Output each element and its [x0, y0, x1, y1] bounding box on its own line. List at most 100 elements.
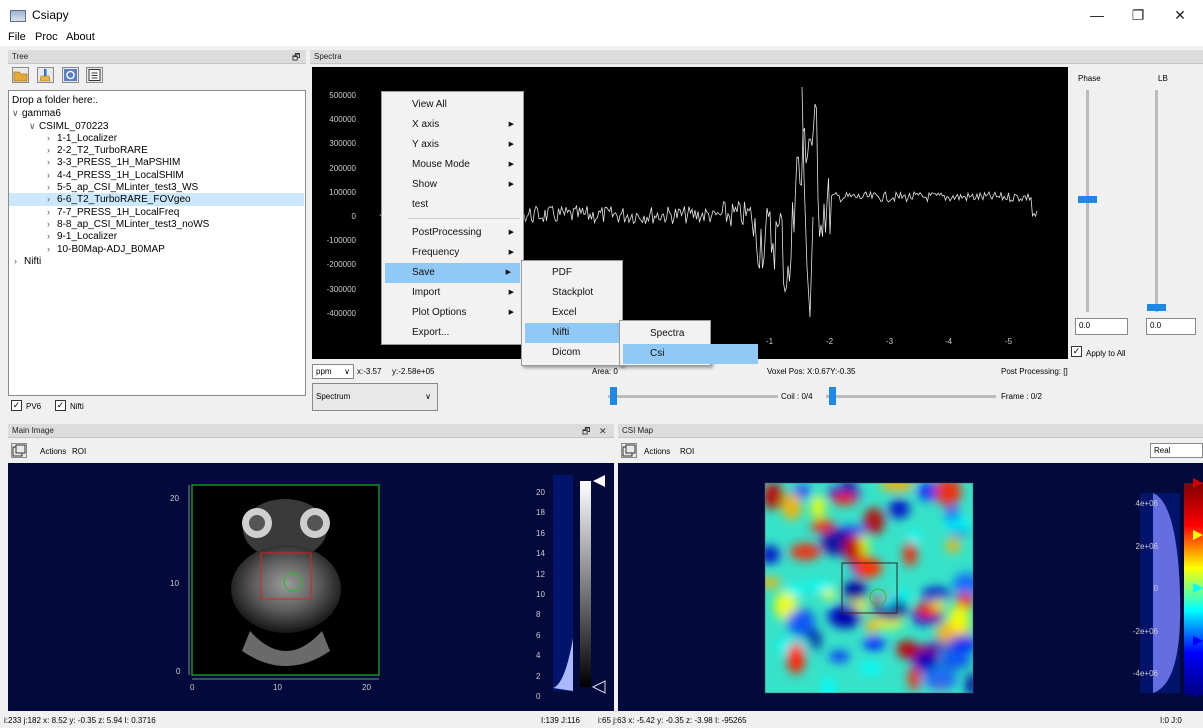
chevron-right-icon: ›	[47, 194, 50, 205]
save-submenu-item-stackplot[interactable]: Stackplot	[522, 283, 663, 303]
context-menu-item-label: Save	[412, 267, 435, 278]
apply-all-checkbox[interactable]: ✓	[1071, 346, 1082, 357]
restore-button[interactable]: ❐	[1118, 4, 1158, 26]
nifti-label: Nifti	[70, 402, 84, 411]
main-image-dock-button[interactable]	[11, 443, 27, 458]
csi-map-actions-menu[interactable]: Actions	[644, 447, 670, 456]
colorbar-tick: 10	[536, 590, 545, 599]
colorbar-tick: 20	[536, 488, 545, 497]
csi-map-roi-menu[interactable]: ROI	[680, 447, 694, 456]
context-menu-item-x-axis[interactable]: X axis ▶	[382, 115, 523, 135]
file-tree[interactable]: Drop a folder here:. ∨ gamma6 ∨ CSIML_0702…	[8, 90, 306, 396]
phase-label: Phase	[1078, 74, 1101, 83]
context-menu-item-test[interactable]: test	[382, 195, 523, 215]
menu-proc[interactable]: Proc	[35, 31, 58, 43]
colorbar-tick: 18	[536, 508, 545, 518]
list-button[interactable]	[86, 67, 103, 83]
minimize-button[interactable]: —	[1077, 4, 1117, 26]
nifti-checkbox[interactable]: ✓	[55, 400, 66, 411]
tree-node-series[interactable]: › 6-6_T2_TurboRARE_FOVgeo	[9, 193, 304, 206]
chevron-down-icon: ∨	[425, 392, 431, 401]
context-menu-item-plot-options[interactable]: Plot Options ▶	[382, 303, 523, 323]
tree-node-series[interactable]: › 7-7_PRESS_1H_LocalFreq	[9, 206, 305, 218]
main-image-viewer[interactable]	[8, 463, 614, 711]
main-image-close-icon[interactable]: ✕	[599, 424, 607, 438]
open-folder-button[interactable]	[12, 67, 29, 83]
tree-node-series-label: 2-2_T2_TurboRARE	[57, 145, 148, 157]
voxel-pos-readout: Voxel Pos: X:0.67Y:-0.35	[767, 367, 856, 376]
clean-button[interactable]	[37, 67, 54, 83]
context-menu-item-y-axis[interactable]: Y axis ▶	[382, 135, 523, 155]
frame-slider-handle[interactable]	[829, 387, 836, 405]
tree-node-study[interactable]: ∨ CSIML_070223	[9, 120, 305, 132]
tree-node-series[interactable]: › 2-2_T2_TurboRARE	[9, 144, 305, 156]
tree-node-series[interactable]: › 10-B0Map-ADJ_B0MAP	[9, 243, 305, 255]
chevron-right-icon: ›	[47, 231, 50, 242]
chevron-right-icon: ›	[47, 169, 50, 180]
pv6-checkbox[interactable]: ✓	[11, 400, 22, 411]
context-menu-item-label: Export...	[412, 327, 450, 338]
csi-status: i:65 j:63 x: -5.42 y: -0.35 z: -3.98 I: …	[598, 716, 747, 725]
lb-slider-handle[interactable]	[1147, 304, 1166, 311]
menu-file[interactable]: File	[8, 31, 26, 43]
context-menu-item-view-all[interactable]: View All	[382, 95, 523, 115]
plot-context-menu: View All X axis ▶ Y axis ▶ Mouse Mode ▶ Show ▶ te…	[381, 91, 524, 345]
phase-slider-handle[interactable]	[1078, 196, 1097, 203]
refresh-icon	[64, 69, 77, 81]
title-bar: Csiapy — ❐ ✕	[0, 0, 1203, 30]
frame-slider-track[interactable]	[826, 395, 996, 398]
tree-node-root[interactable]: ∨ gamma6	[9, 107, 305, 119]
tree-node-series[interactable]: › 4-4_PRESS_1H_LocalSHIM	[9, 169, 305, 181]
max-level-handle[interactable]	[593, 475, 605, 487]
tree-float-icon[interactable]: 🗗	[292, 50, 300, 64]
tree-node-series[interactable]: › 1-1_Localizer	[9, 132, 305, 144]
tree-node-series[interactable]: › 5-5_ap_CSI_MLinter_test3_WS	[9, 181, 305, 193]
save-submenu-item-pdf[interactable]: PDF	[522, 263, 663, 283]
context-menu-item-frequency[interactable]: Frequency ▶	[382, 243, 523, 263]
chevron-right-icon: ›	[47, 182, 50, 193]
refresh-button[interactable]	[62, 67, 79, 83]
nifti-submenu-item-label: Csi	[650, 348, 665, 359]
coil-slider-track[interactable]	[608, 395, 778, 398]
save-submenu-item-label: Nifti	[552, 327, 570, 338]
context-menu-item-save[interactable]: Save ▶	[385, 263, 520, 283]
tree-node-series-label: 9-1_Localizer	[57, 231, 118, 243]
main-image-x-tick: 0	[190, 683, 195, 692]
csi-map-viewer[interactable]	[618, 463, 1203, 711]
nifti-submenu-item-csi[interactable]: Csi	[623, 344, 758, 364]
tree-node-series[interactable]: › 8-8_ap_CSI_MLinter_test3_noWS	[9, 218, 305, 230]
tree-node-series[interactable]: › 9-1_Localizer	[9, 230, 305, 242]
main-image-roi-menu[interactable]: ROI	[72, 447, 86, 456]
display-select[interactable]: Real	[1150, 443, 1203, 458]
lb-input[interactable]: 0.0	[1146, 318, 1196, 335]
y-tick-label: 500000	[329, 91, 356, 100]
pv6-label: PV6	[26, 402, 42, 411]
menu-about[interactable]: About	[66, 31, 95, 43]
context-menu-item-mouse-mode[interactable]: Mouse Mode ▶	[382, 155, 523, 175]
phase-input[interactable]: 0.0	[1075, 318, 1128, 335]
min-level-handle[interactable]	[591, 680, 606, 694]
window-title: Csiapy	[32, 8, 69, 22]
mode-select[interactable]: Spectrum ∨	[312, 383, 438, 411]
nifti-submenu-item-spectra[interactable]: Spectra	[620, 324, 761, 344]
context-menu-item-import[interactable]: Import ▶	[382, 283, 523, 303]
cursor-y-readout: y:-2.58e+05	[392, 367, 435, 376]
context-menu-item-export-[interactable]: Export...	[382, 323, 523, 343]
chevron-down-icon: ∨	[12, 108, 19, 119]
submenu-arrow-icon: ▶	[508, 121, 514, 128]
main-image-actions-menu[interactable]: Actions	[40, 447, 66, 456]
context-menu-item-postprocessing[interactable]: PostProcessing ▶	[382, 223, 523, 243]
y-tick-label: -400000	[326, 308, 356, 318]
context-menu-item-label: X axis	[412, 119, 440, 130]
submenu-arrow-icon: ▶	[508, 249, 514, 256]
lb-slider-track[interactable]	[1155, 90, 1158, 312]
tree-node-nifti[interactable]: › Nifti	[9, 255, 305, 267]
coil-slider-handle[interactable]	[610, 387, 617, 405]
csi-map-dock-button[interactable]	[621, 443, 637, 458]
context-menu-item-show[interactable]: Show ▶	[382, 175, 523, 195]
main-image-float-icon[interactable]: 🗗	[582, 424, 590, 438]
unit-select[interactable]: ppm ∨	[312, 364, 354, 379]
mode-select-value: Spectrum	[316, 392, 351, 401]
tree-node-series[interactable]: › 3-3_PRESS_1H_MaPSHIM	[9, 156, 305, 168]
close-button[interactable]: ✕	[1160, 4, 1200, 26]
